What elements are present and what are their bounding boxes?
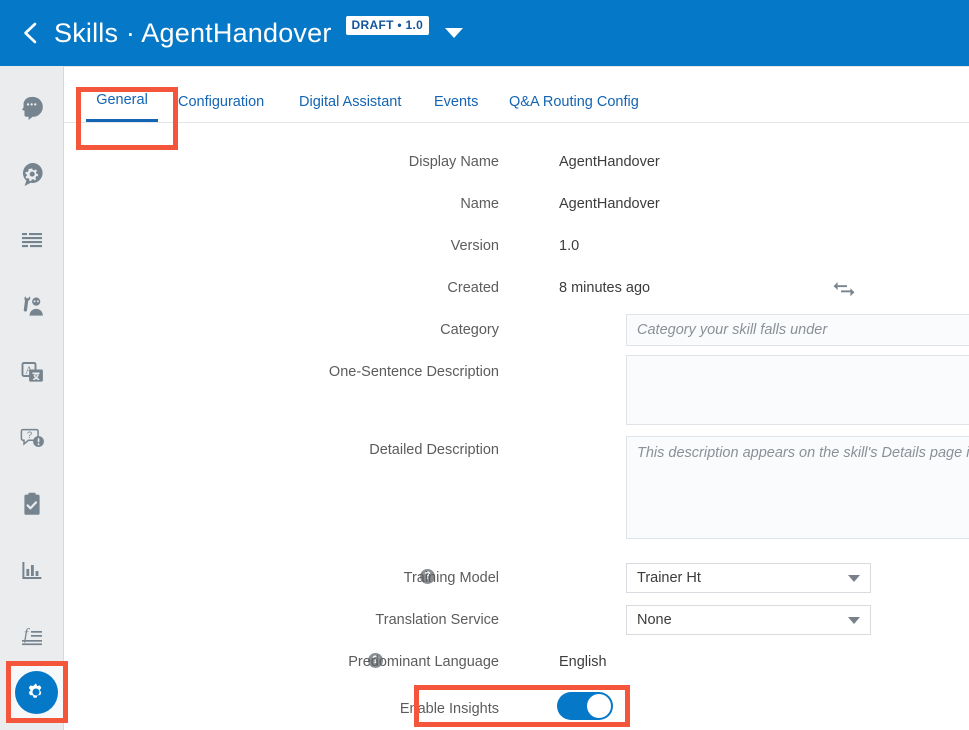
training-model-select[interactable]: Trainer Ht <box>626 563 871 593</box>
sidebar-item-agents[interactable] <box>0 282 63 330</box>
translate-icon: A <box>18 358 46 386</box>
toggle-knob <box>587 694 611 718</box>
sidebar-item-qna[interactable]: ? <box>0 414 63 462</box>
gear-icon <box>14 670 58 714</box>
tab-bar: General Configuration Digital Assistant … <box>64 81 969 123</box>
sidebar-item-settings[interactable] <box>9 665 63 719</box>
question-bubble-alert-icon: ? <box>18 424 46 452</box>
wrench-person-icon <box>18 292 46 320</box>
sidebar-item-insights[interactable] <box>0 546 63 594</box>
sidebar-item-intents[interactable] <box>0 84 63 132</box>
translation-service-value: None <box>637 612 672 628</box>
tab-label: General <box>96 92 148 108</box>
swap-arrows-icon[interactable] <box>833 279 855 304</box>
chevron-down-icon <box>848 616 860 624</box>
chevron-down-icon[interactable] <box>445 28 464 38</box>
app-header: Skills · AgentHandover DRAFT • 1.0 <box>0 0 969 66</box>
one-sentence-description-input[interactable] <box>626 355 969 425</box>
icon-rail: A ? f <box>0 66 64 730</box>
category-label: Category <box>440 322 499 338</box>
page-title: Skills · AgentHandover <box>54 17 332 48</box>
training-model-value: Trainer Ht <box>637 570 701 586</box>
svg-text:?: ? <box>26 430 31 441</box>
detailed-description-label: Detailed Description <box>369 442 499 458</box>
display-name-value: AgentHandover <box>559 154 660 170</box>
training-model-label: Training Model <box>403 570 499 586</box>
text-lines-icon <box>18 226 46 254</box>
predominant-language-label: Predominant Language <box>348 654 499 670</box>
name-label: Name <box>460 196 499 212</box>
tab-label: Events <box>434 93 479 110</box>
translation-service-label: Translation Service <box>375 612 499 628</box>
created-label: Created <box>447 280 499 296</box>
tab-label: Q&A Routing Config <box>509 93 639 110</box>
function-lines-icon: f <box>18 622 46 650</box>
display-name-label: Display Name <box>408 154 499 170</box>
sidebar-item-flows[interactable] <box>0 216 63 264</box>
bar-chart-icon <box>18 556 46 584</box>
main-content: General Configuration Digital Assistant … <box>64 66 969 730</box>
category-input[interactable]: Category your skill falls under <box>626 314 969 346</box>
back-chevron-icon[interactable] <box>18 20 44 46</box>
clipboard-check-icon <box>18 490 46 518</box>
created-value: 8 minutes ago <box>559 280 651 296</box>
enable-insights-toggle[interactable] <box>557 692 613 720</box>
sidebar-item-settings-bubble[interactable] <box>0 150 63 198</box>
detailed-description-input[interactable]: This description appears on the skill's … <box>626 436 969 539</box>
translation-service-select[interactable]: None <box>626 605 871 635</box>
enable-insights-label: Enable Insights <box>399 701 499 717</box>
tab-label: Configuration <box>178 93 265 110</box>
tab-digital-assistant[interactable]: Digital Assistant <box>299 81 401 122</box>
version-value: 1.0 <box>559 238 580 254</box>
tab-qna-routing-config[interactable]: Q&A Routing Config <box>509 81 639 122</box>
predominant-language-value: English <box>559 654 607 670</box>
tab-configuration[interactable]: Configuration <box>178 81 264 122</box>
version-label: Version <box>450 238 499 254</box>
sidebar-item-custom-params[interactable]: f <box>0 612 63 660</box>
tab-general[interactable]: General <box>86 81 158 122</box>
tab-label: Digital Assistant <box>299 93 402 110</box>
chevron-down-icon <box>848 574 860 582</box>
sidebar-item-validation[interactable] <box>0 480 63 528</box>
name-value: AgentHandover <box>559 196 660 212</box>
status-badge: DRAFT • 1.0 <box>345 16 430 35</box>
one-sentence-description-label: One-Sentence Description <box>328 364 499 380</box>
head-speech-bubble-icon <box>18 94 46 122</box>
tab-events[interactable]: Events <box>434 81 478 122</box>
gear-speech-bubble-icon <box>18 160 46 188</box>
sidebar-item-resource-bundles[interactable]: A <box>0 348 63 396</box>
